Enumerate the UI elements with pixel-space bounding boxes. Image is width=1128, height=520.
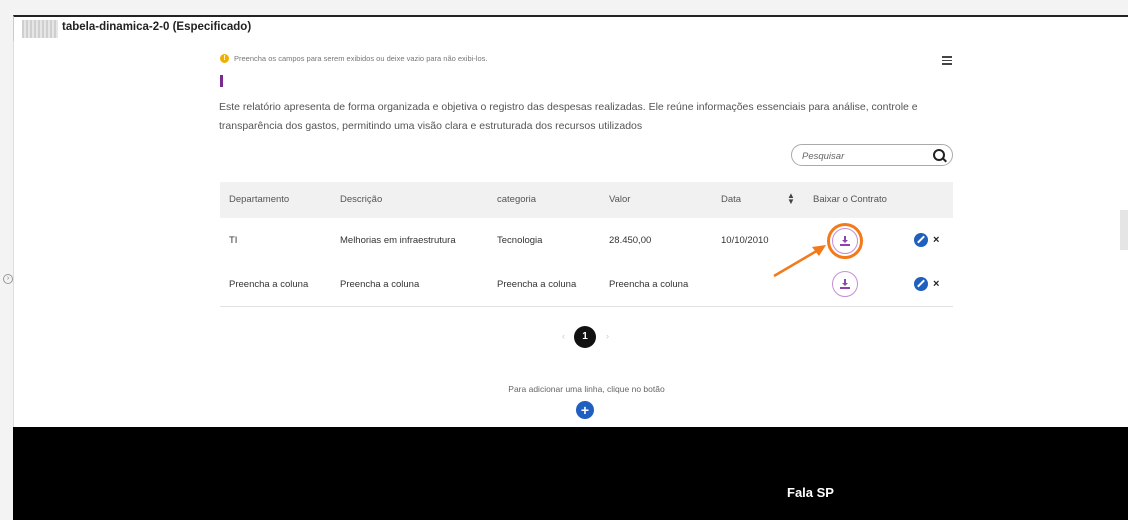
settings-icon[interactable] <box>942 56 952 66</box>
sort-icon[interactable]: ▲ ▼ <box>787 192 795 206</box>
window-titlebar: tabela-dinamica-2-0 (Especificado) <box>13 15 1128 41</box>
col-baixar-contrato: Baixar o Contrato <box>813 194 887 205</box>
table-header: Departamento Descrição categoria Valor D… <box>220 182 953 218</box>
side-handle-icon[interactable]: › <box>3 274 13 284</box>
page-1-button[interactable]: 1 <box>574 326 596 348</box>
col-departamento[interactable]: Departamento <box>229 194 289 205</box>
cell-categoria: Tecnologia <box>497 235 543 246</box>
delete-icon[interactable]: × <box>933 233 939 247</box>
col-categoria[interactable]: categoria <box>497 194 536 205</box>
info-icon: ! <box>220 54 229 63</box>
cell-data: 10/10/2010 <box>721 235 769 246</box>
cell-valor: Preencha a coluna <box>609 279 689 290</box>
cell-descricao: Preencha a coluna <box>340 279 420 290</box>
cell-descricao: Melhorias em infraestrutura <box>340 235 456 246</box>
pagination: ‹ 1 › <box>560 326 620 348</box>
col-data[interactable]: Data <box>721 194 741 205</box>
table-row: TI Melhorias em infraestrutura Tecnologi… <box>220 218 953 263</box>
col-descricao[interactable]: Descrição <box>340 194 382 205</box>
footer-title[interactable]: Fala SP <box>787 485 834 500</box>
col-valor[interactable]: Valor <box>609 194 630 205</box>
cell-departamento: TI <box>229 235 238 246</box>
notice: ! Preencha os campos para serem exibidos… <box>220 54 487 63</box>
edit-icon[interactable] <box>914 277 928 291</box>
delete-icon[interactable]: × <box>933 277 939 291</box>
cell-categoria: Preencha a coluna <box>497 279 577 290</box>
window-title: tabela-dinamica-2-0 (Especificado) <box>62 21 252 33</box>
cell-valor: 28.450,00 <box>609 235 652 246</box>
page-next-button[interactable]: › <box>606 331 609 341</box>
add-row-button[interactable]: + <box>576 401 594 419</box>
notice-text: Preencha os campos para serem exibidos o… <box>234 54 488 63</box>
footer: Fala SP <box>13 427 1128 520</box>
search-input[interactable] <box>800 148 924 164</box>
download-contract-button[interactable] <box>832 271 858 297</box>
arrow-annotation-icon <box>773 245 826 278</box>
search-box[interactable] <box>791 144 953 166</box>
add-row-hint: Para adicionar uma linha, clique no botã… <box>508 384 665 394</box>
scrollbar[interactable] <box>1120 210 1128 250</box>
table-row: Preencha a coluna Preencha a coluna Pree… <box>220 262 953 307</box>
search-icon[interactable] <box>933 149 945 161</box>
download-contract-button[interactable] <box>827 223 863 259</box>
page-prev-button[interactable]: ‹ <box>562 331 565 341</box>
thumbnail-icon <box>22 20 58 38</box>
report-description: Este relatório apresenta de forma organi… <box>219 101 918 132</box>
cell-departamento: Preencha a coluna <box>229 279 309 290</box>
title-accent-bar <box>220 75 223 87</box>
edit-icon[interactable] <box>914 233 928 247</box>
